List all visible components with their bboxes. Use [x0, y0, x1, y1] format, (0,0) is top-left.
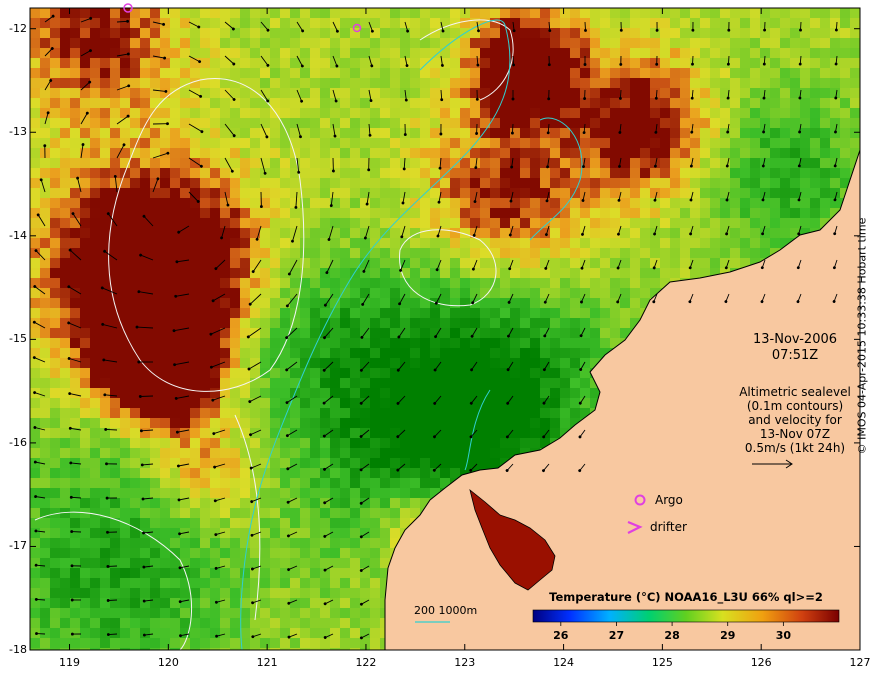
- lat-tick-label: -17: [9, 539, 27, 553]
- lon-tick-label: 123: [454, 656, 476, 669]
- colorbar: [532, 609, 840, 623]
- lon-tick-label: 122: [355, 656, 377, 669]
- lon-tick-label: 124: [553, 656, 575, 669]
- date-label: 13-Nov-2006: [752, 332, 838, 347]
- description-block: Altimetric sealevel (0.1m contours) and …: [732, 385, 858, 455]
- lon-tick-label: 125: [651, 656, 673, 669]
- lat-tick-label: -12: [9, 21, 27, 35]
- depth-legend-label: 200 1000m: [414, 604, 478, 617]
- lat-tick-label: -18: [9, 643, 27, 656]
- lat-tick-label: -15: [9, 332, 27, 346]
- description-line: (0.1m contours): [746, 399, 844, 413]
- lon-tick-label: 126: [750, 656, 772, 669]
- lat-tick-label: -16: [9, 435, 27, 449]
- lon-tick-label: 121: [256, 656, 278, 669]
- argo-legend-label: Argo: [655, 493, 683, 507]
- description-line: 13-Nov 07Z: [759, 427, 831, 441]
- lon-tick-label: 127: [849, 656, 871, 669]
- lon-tick-label: 120: [157, 656, 179, 669]
- colorbar-title: Temperature (°C) NOAA16_L3U 66% ql>=2: [549, 590, 823, 604]
- description-line: 0.5m/s (1kt 24h): [744, 441, 846, 455]
- colorbar-tick-label: 26: [553, 629, 569, 642]
- credit-text: © IMOS 04-Apr-2015 10:33:38 Hobart time: [855, 217, 869, 455]
- lat-tick-label: -14: [9, 228, 27, 242]
- colorbar-tick-label: 29: [720, 629, 736, 642]
- colorbar-tick-label: 28: [664, 629, 680, 642]
- description-line: and velocity for: [748, 413, 842, 427]
- time-label: 07:51Z: [771, 348, 819, 363]
- lon-tick-label: 119: [59, 656, 81, 669]
- lat-tick-label: -13: [9, 125, 27, 139]
- description-line: Altimetric sealevel: [739, 385, 851, 399]
- colorbar-tick-label: 30: [775, 629, 792, 642]
- drifter-legend-label: drifter: [650, 520, 687, 534]
- colorbar-tick-label: 27: [608, 629, 625, 642]
